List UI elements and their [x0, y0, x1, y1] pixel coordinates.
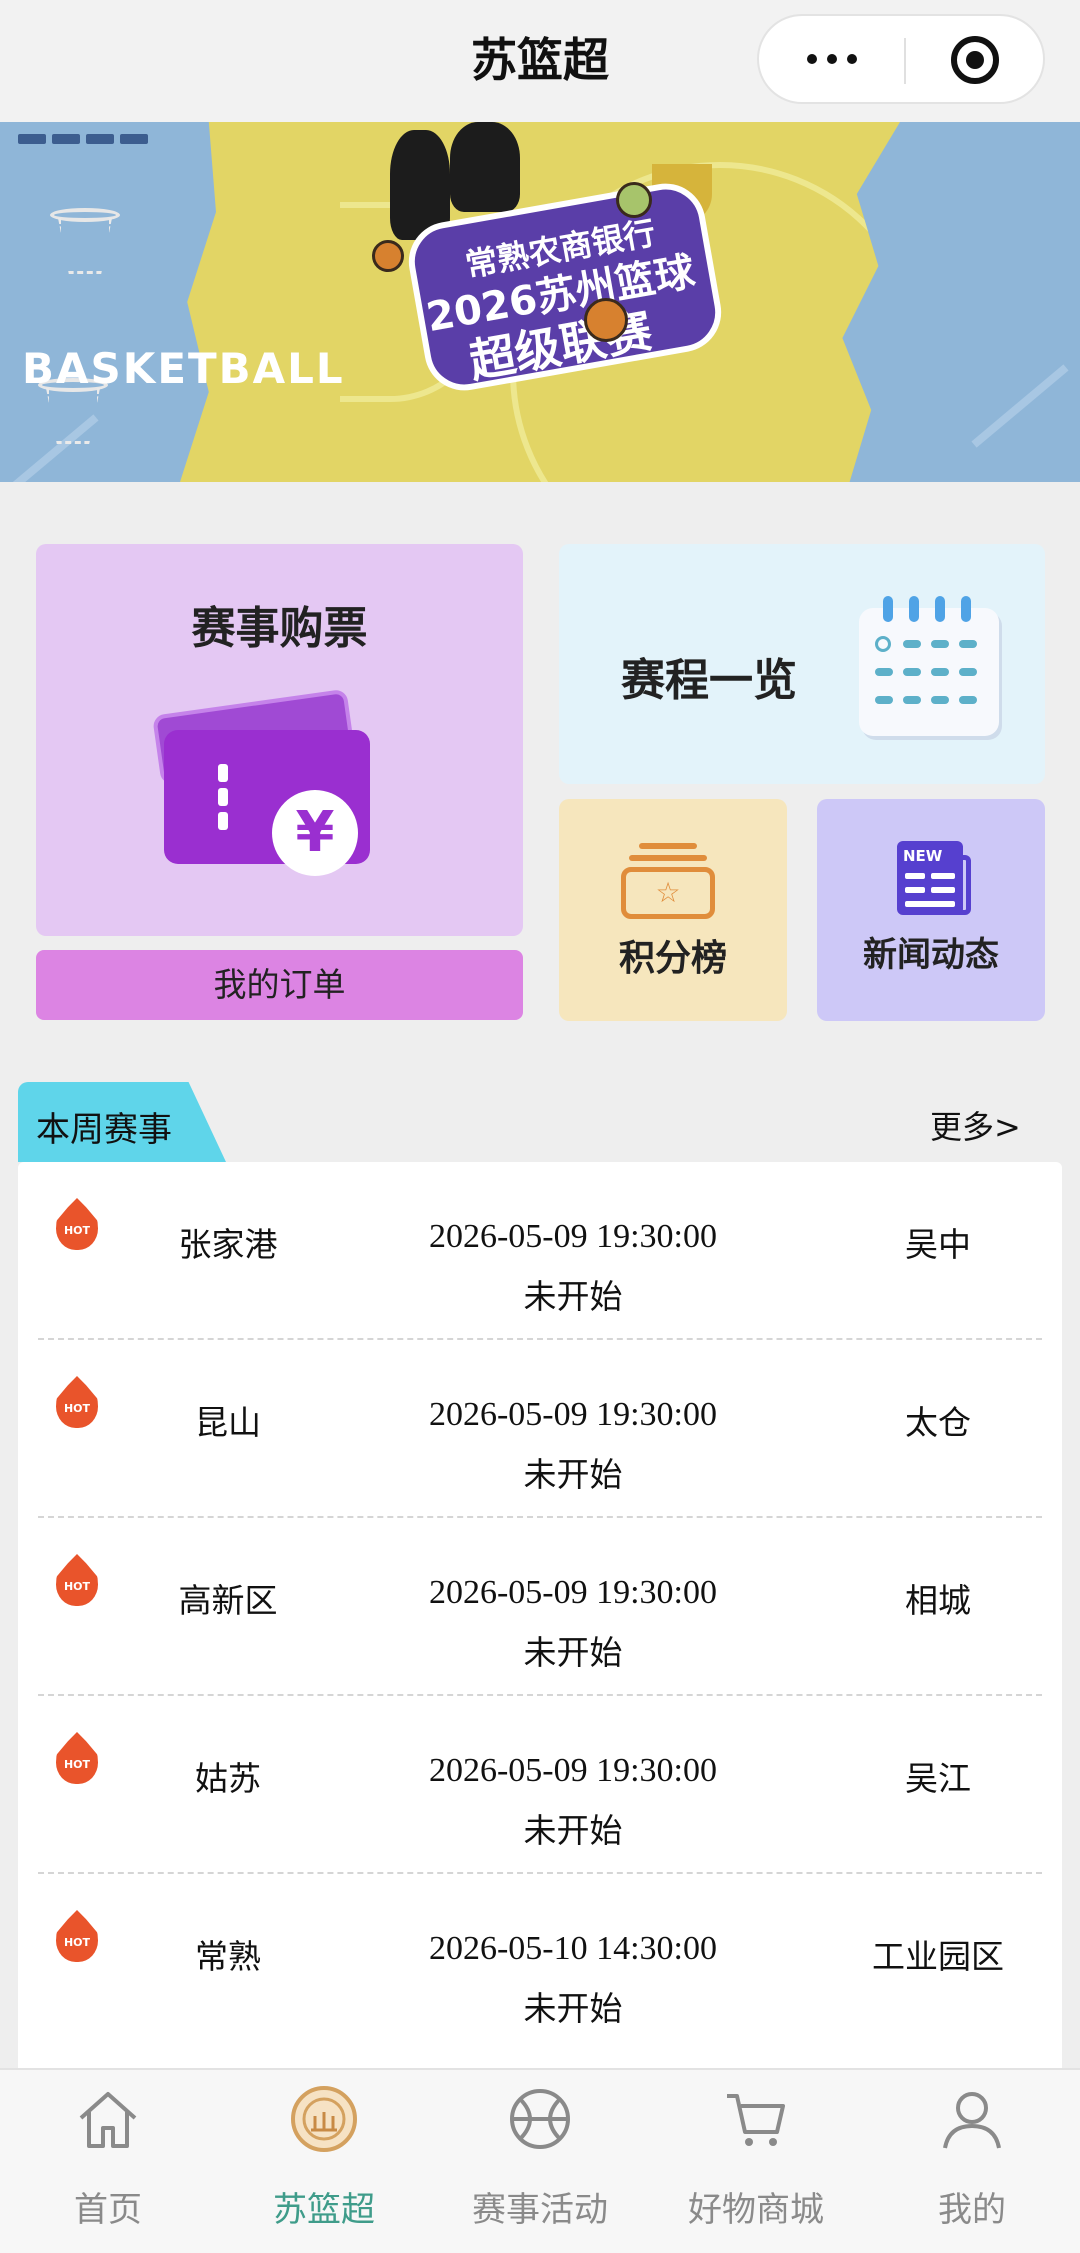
match-time: 2026-05-10 14:30:00 [428, 1930, 718, 1967]
tab-mine[interactable]: 我的 [864, 2070, 1080, 2253]
hot-icon: HOT [56, 1198, 98, 1250]
basketball-graphic [372, 240, 404, 272]
navigation-bar: 苏篮超 [0, 0, 1080, 122]
banner[interactable]: BASKETBALL 常熟农商银行 2026苏州篮球 超级联赛 [0, 122, 1080, 482]
match-row[interactable]: HOT 常熟 2026-05-10 14:30:00 未开始 工业园区 [18, 1874, 1062, 2052]
away-team: 太仓 [905, 1403, 971, 1442]
tab-league-label: 苏篮超 [273, 2190, 375, 2230]
league-logo: 常熟农商银行 2026苏州篮球 超级联赛 [402, 162, 735, 397]
sponsor-logo [86, 134, 114, 144]
basketball-graphic [584, 298, 628, 342]
home-icon [73, 2084, 143, 2154]
match-time: 2026-05-09 19:30:00 [428, 1574, 718, 1611]
league-logo-icon [289, 2084, 359, 2154]
ticket-purchase-card[interactable]: 赛事购票 ¥ [36, 544, 523, 936]
home-team: 昆山 [195, 1403, 261, 1442]
news-card[interactable]: NEW 新闻动态 [817, 799, 1045, 1021]
capsule-divider [904, 38, 906, 84]
match-row[interactable]: HOT 昆山 2026-05-09 19:30:00 未开始 太仓 [18, 1340, 1062, 1518]
ticket-purchase-label: 赛事购票 [191, 603, 368, 654]
weekly-matches-tab: 本周赛事 [18, 1082, 226, 1162]
bottom-tab-bar: 首页 苏篮超 赛事活动 好物商城 我的 [0, 2068, 1080, 2253]
tab-events-label: 赛事活动 [472, 2190, 608, 2230]
rankings-icon: ☆ [621, 843, 715, 919]
news-badge-text: NEW [903, 847, 943, 865]
schedule-label: 赛程一览 [621, 655, 797, 706]
yuan-icon: ¥ [272, 790, 358, 876]
home-team: 常熟 [195, 1937, 261, 1976]
cart-icon [721, 2084, 791, 2154]
sponsor-logo [120, 134, 148, 144]
hot-icon: HOT [56, 1554, 98, 1606]
tab-home-label: 首页 [74, 2190, 142, 2230]
newspaper-icon: NEW [897, 841, 975, 915]
home-team: 高新区 [178, 1581, 278, 1620]
tab-events[interactable]: 赛事活动 [432, 2070, 648, 2253]
away-team: 工业园区 [872, 1937, 1004, 1976]
sponsor-logo [18, 134, 46, 144]
match-status: 未开始 [523, 1989, 623, 2028]
user-icon [937, 2084, 1007, 2154]
basketball-graphic [616, 182, 652, 218]
away-team: 吴江 [905, 1759, 971, 1798]
banner-stripe [971, 364, 1069, 448]
news-label: 新闻动态 [863, 935, 999, 975]
sponsor-logo [52, 134, 80, 144]
my-orders-button[interactable]: 我的订单 [36, 950, 523, 1020]
home-team: 姑苏 [195, 1759, 261, 1798]
basketball-hoop-icon [50, 208, 120, 278]
home-team: 张家港 [178, 1225, 278, 1264]
close-mini-program-icon[interactable] [951, 36, 999, 84]
match-time: 2026-05-09 19:30:00 [428, 1396, 718, 1433]
more-matches-link[interactable]: 更多> [930, 1102, 1021, 1148]
page: 苏篮超 BASKETBALL 常熟农商银行 2026苏州篮球 超级联赛 赛事购票… [0, 0, 1080, 2253]
tab-home[interactable]: 首页 [0, 2070, 216, 2253]
away-team: 相城 [905, 1581, 971, 1620]
match-status: 未开始 [523, 1811, 623, 1850]
match-status: 未开始 [523, 1633, 623, 1672]
schedule-card[interactable]: 赛程一览 [559, 544, 1045, 784]
match-status: 未开始 [523, 1277, 623, 1316]
match-status: 未开始 [523, 1455, 623, 1494]
hot-icon: HOT [56, 1910, 98, 1962]
tab-mall[interactable]: 好物商城 [648, 2070, 864, 2253]
hot-icon: HOT [56, 1732, 98, 1784]
sponsor-logos [18, 134, 154, 147]
basketball-icon [505, 2084, 575, 2154]
calendar-icon [859, 596, 1003, 736]
match-row[interactable]: HOT 张家港 2026-05-09 19:30:00 未开始 吴中 [18, 1162, 1062, 1340]
match-time: 2026-05-09 19:30:00 [428, 1752, 718, 1789]
hot-icon: HOT [56, 1376, 98, 1428]
match-row[interactable]: HOT 姑苏 2026-05-09 19:30:00 未开始 吴江 [18, 1696, 1062, 1874]
rankings-card[interactable]: ☆ 积分榜 [559, 799, 787, 1021]
tab-mine-label: 我的 [938, 2190, 1006, 2230]
more-menu-icon[interactable] [759, 16, 904, 102]
match-time: 2026-05-09 19:30:00 [428, 1218, 718, 1255]
tab-league[interactable]: 苏篮超 [216, 2070, 432, 2253]
wallet-icon: ¥ [150, 688, 372, 876]
weekly-matches-title: 本周赛事 [36, 1110, 172, 1150]
tab-mall-label: 好物商城 [688, 2190, 824, 2230]
mini-program-capsule [757, 14, 1045, 104]
match-row[interactable]: HOT 高新区 2026-05-09 19:30:00 未开始 相城 [18, 1518, 1062, 1696]
banner-basketball-text: BASKETBALL [22, 344, 345, 393]
rankings-label: 积分榜 [618, 938, 727, 979]
away-team: 吴中 [905, 1225, 971, 1264]
